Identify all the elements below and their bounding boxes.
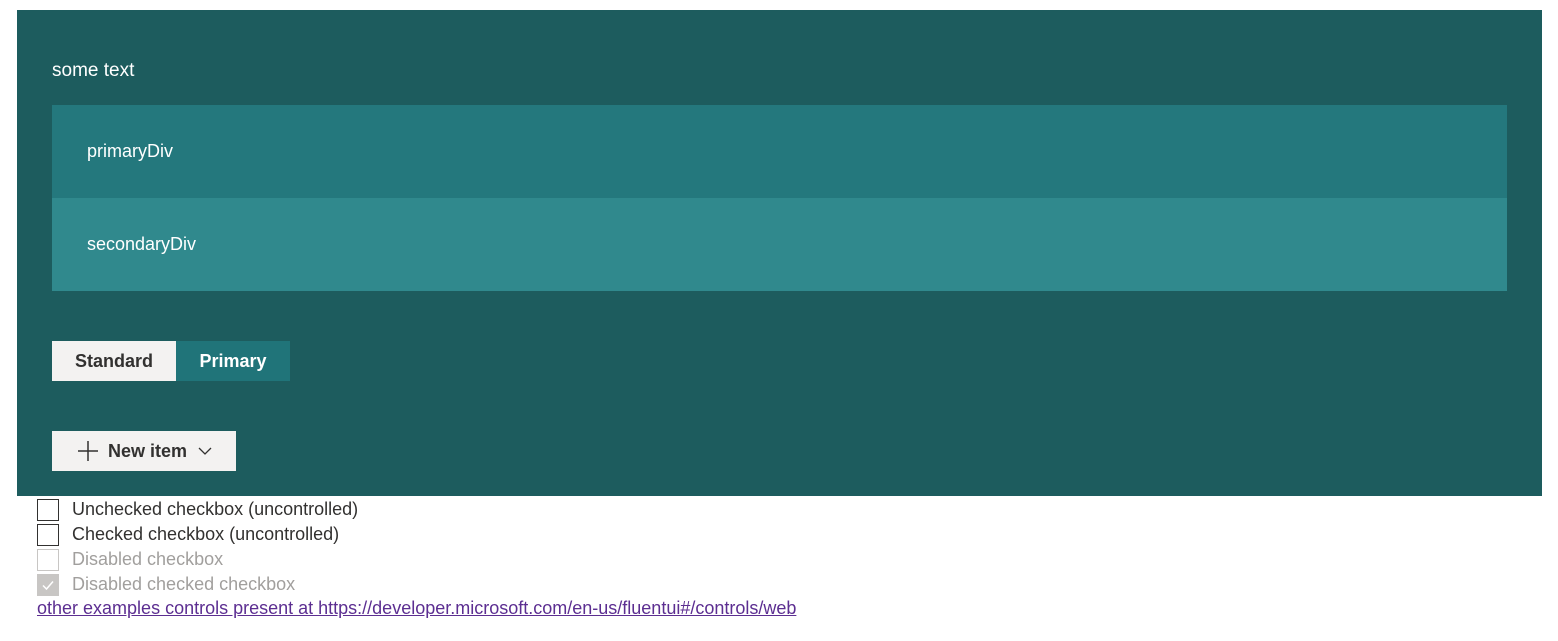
checkbox-box[interactable] (37, 498, 59, 521)
primary-div-label: primaryDiv (87, 141, 174, 161)
checkbox-label: Disabled checkbox (72, 549, 224, 569)
chevron-down-icon (198, 447, 212, 455)
secondary-div-label: secondaryDiv (87, 234, 197, 254)
plus-icon (78, 441, 98, 461)
checkbox-list: Unchecked checkbox (uncontrolled) Checke… (37, 497, 358, 597)
checkbox-checked-uncontrolled[interactable]: Checked checkbox (uncontrolled) (37, 522, 358, 547)
button-group: Standard Primary (52, 341, 290, 381)
primary-div: primaryDiv (52, 105, 1507, 198)
checkbox-box (37, 573, 59, 596)
new-item-button[interactable]: New item (52, 431, 236, 471)
themed-panel: some text primaryDiv secondaryDiv Standa… (17, 10, 1542, 496)
checkbox-unchecked[interactable]: Unchecked checkbox (uncontrolled) (37, 497, 358, 522)
standard-button[interactable]: Standard (52, 341, 176, 381)
checkbox-disabled-checked: Disabled checked checkbox (37, 572, 358, 597)
new-item-label: New item (108, 440, 188, 461)
checkbox-box[interactable] (37, 523, 59, 546)
fluentui-controls-link[interactable]: other examples controls present at https… (37, 598, 796, 619)
primary-button[interactable]: Primary (176, 341, 290, 381)
checkbox-label: Checked checkbox (uncontrolled) (72, 524, 340, 544)
checkbox-box (37, 548, 59, 571)
panel-heading: some text (52, 60, 135, 81)
checkmark-icon (42, 580, 54, 590)
checkbox-label: Disabled checked checkbox (72, 574, 296, 594)
secondary-div: secondaryDiv (52, 198, 1507, 291)
checkbox-disabled: Disabled checkbox (37, 547, 358, 572)
checkbox-label: Unchecked checkbox (uncontrolled) (72, 499, 359, 519)
